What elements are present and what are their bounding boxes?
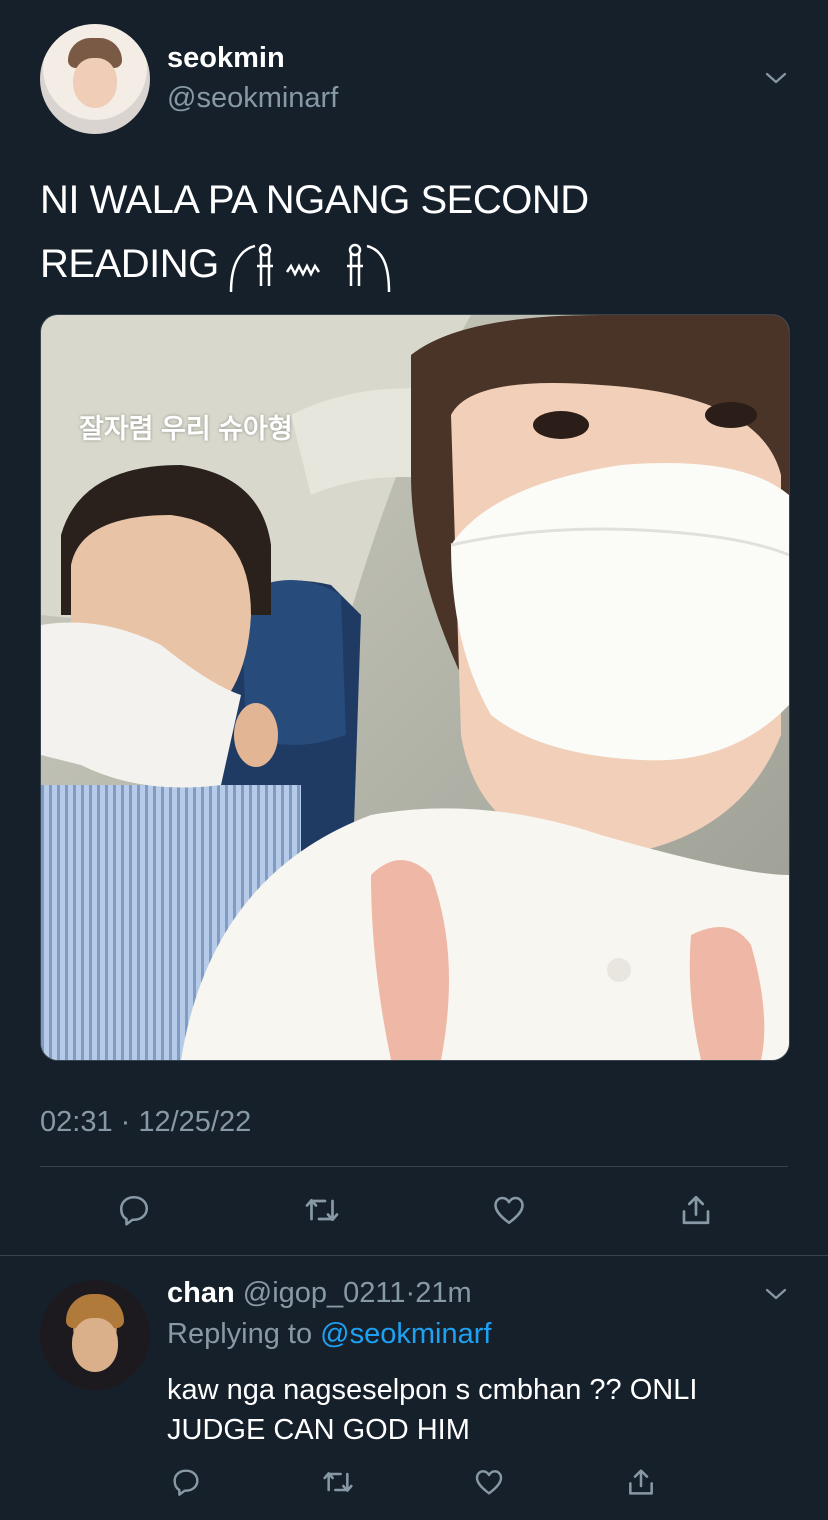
chevron-down-icon[interactable]: [764, 1286, 788, 1302]
reply-separator: ·: [405, 1277, 416, 1309]
like-icon: [494, 1196, 524, 1225]
section-divider: [0, 1255, 828, 1256]
replying-to-line: Replying to @seokminarf: [167, 1318, 491, 1351]
tweet-timestamp[interactable]: 02:31 · 12/25/22: [40, 1106, 251, 1139]
reply-icon: [173, 1469, 199, 1496]
retweet-icon: [323, 1472, 353, 1492]
author-display-name[interactable]: seokmin: [167, 42, 285, 75]
reply-reply-button[interactable]: [162, 1458, 210, 1506]
share-button[interactable]: [672, 1186, 720, 1234]
replying-to-mention[interactable]: @seokminarf: [320, 1318, 491, 1350]
reply-icon: [119, 1195, 149, 1226]
author-avatar[interactable]: [40, 24, 150, 134]
avatar-face: [72, 1318, 118, 1372]
retweet-button[interactable]: [298, 1186, 346, 1234]
chevron-down-icon[interactable]: [764, 70, 788, 86]
avatar-face: [73, 58, 117, 108]
reply-share-button[interactable]: [617, 1458, 665, 1506]
tweet-text-line-2: READING: [40, 232, 780, 296]
like-icon: [475, 1470, 503, 1495]
reply-like-button[interactable]: [465, 1458, 513, 1506]
replying-to-label: Replying to: [167, 1318, 313, 1350]
reply-author-avatar[interactable]: [40, 1280, 150, 1390]
tweet-photo[interactable]: 잘자렴 우리 슈아형: [40, 314, 790, 1061]
tweet-text-line-2-word: READING: [40, 242, 219, 286]
retweet-icon: [305, 1198, 339, 1222]
share-icon: [629, 1469, 653, 1495]
author-handle[interactable]: @seokminarf: [167, 82, 338, 115]
reply-time[interactable]: 21m: [415, 1277, 471, 1309]
tweet-detail: seokmin @seokminarf NI WALA PA NGANG SEC…: [0, 0, 828, 1520]
photo-caption-overlay: 잘자렴 우리 슈아형: [79, 414, 293, 444]
reply-button[interactable]: [110, 1186, 158, 1234]
like-button[interactable]: [485, 1186, 533, 1234]
reply-display-name[interactable]: chan: [167, 1277, 235, 1309]
reply-handle[interactable]: @igop_0211: [243, 1277, 406, 1309]
tweet-text: NI WALA PA NGANG SECOND READING: [40, 168, 780, 296]
reply-text: kaw nga nagseselpon s cmbhan ?? ONLI JUD…: [167, 1374, 698, 1446]
share-icon: [682, 1195, 710, 1225]
reply-retweet-button[interactable]: [314, 1458, 362, 1506]
tweet-text-line-1: NI WALA PA NGANG SECOND: [40, 178, 589, 222]
sobbing-kaomoji-icon: [229, 244, 390, 293]
reply-header: chan @igop_0211·21m: [167, 1277, 472, 1310]
divider: [40, 1166, 788, 1167]
